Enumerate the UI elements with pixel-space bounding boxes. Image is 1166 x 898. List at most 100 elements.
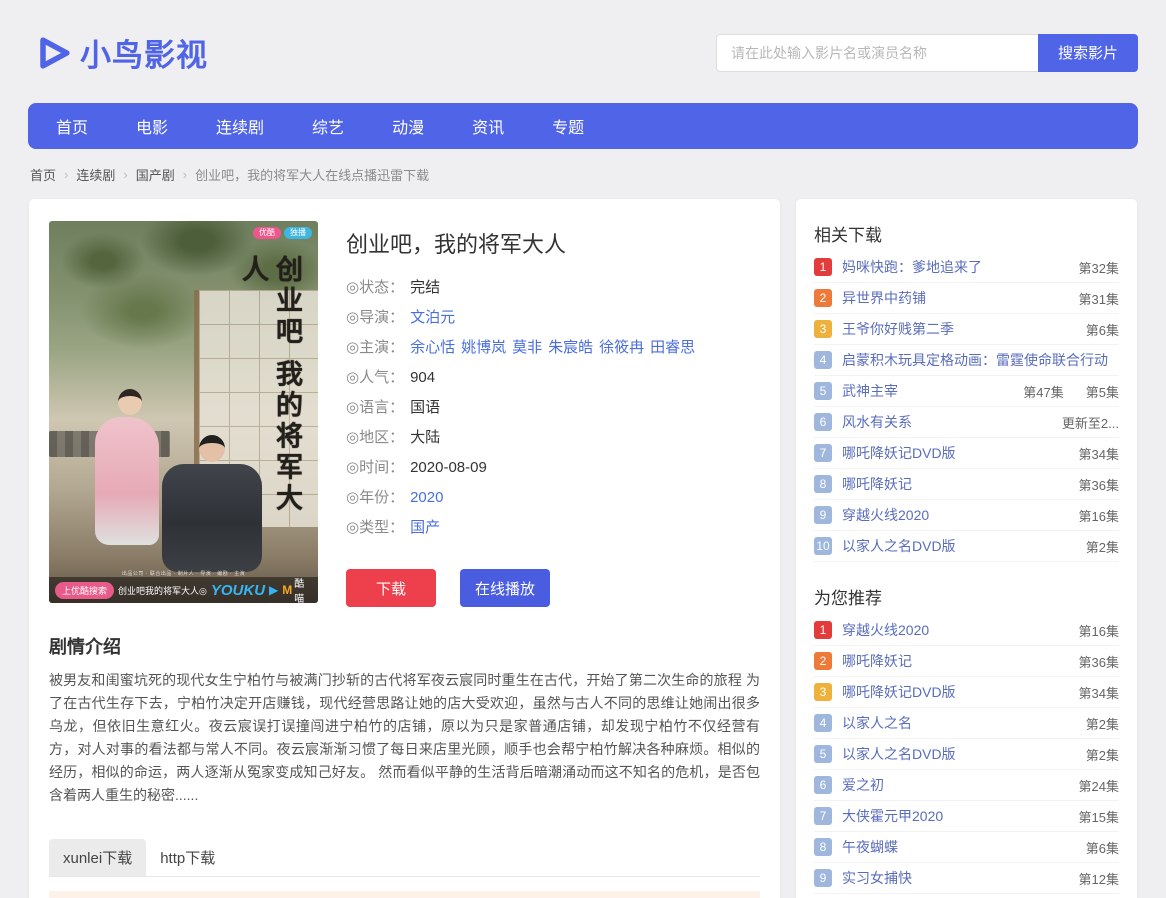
list-item: 6风水有关系更新至2... (814, 407, 1119, 438)
episode-label: 第47集 (1023, 382, 1063, 401)
youku-search-text: 创业吧我的将军大人◎ (118, 584, 207, 597)
meta-label: ◎类型： (346, 513, 404, 543)
youku-logo: YOUKU (211, 582, 265, 599)
list-item: 4启蒙积木玩具定格动画：雷霆使命联合行动 (814, 345, 1119, 376)
exclusive-badge: 独播 (284, 227, 312, 239)
episode-label: 第24集 (1079, 776, 1119, 795)
nav-item-3[interactable]: 连续剧 (216, 114, 264, 138)
meta-label: ◎时间： (346, 453, 404, 483)
item-title-link[interactable]: 哪吒降妖记 (842, 474, 1057, 494)
list-item: 4 以家人之名 第2集 (814, 708, 1119, 739)
meta-link[interactable]: 国产 (410, 519, 440, 536)
episode-label: 第2集 (1086, 714, 1119, 733)
rank-badge: 1 (814, 258, 832, 276)
rank-badge: 6 (814, 776, 832, 794)
rank-badge: 8 (814, 475, 832, 493)
item-title-link[interactable]: 哪吒降妖记 (842, 651, 1057, 671)
meta-label: ◎状态： (346, 273, 404, 303)
meta-link[interactable]: 莫非 (512, 339, 542, 356)
episode-label: 第31集 (1079, 289, 1119, 308)
meta-link[interactable]: 2020 (410, 489, 443, 506)
nav-item-6[interactable]: 资讯 (472, 114, 504, 138)
rank-badge: 5 (814, 745, 832, 763)
item-title-link[interactable]: 爱之初 (842, 775, 1057, 795)
breadcrumb-link[interactable]: 连续剧 (76, 165, 115, 184)
poster-actress-art (95, 389, 165, 549)
breadcrumb-separator-icon: › (123, 167, 127, 182)
breadcrumb-separator-icon: › (183, 167, 187, 182)
list-item: 7哪吒降妖记DVD版第34集 (814, 438, 1119, 469)
list-item: 3哪吒降妖记DVD版第34集 (814, 677, 1119, 708)
site-logo[interactable]: 小鸟影视 (32, 30, 208, 75)
list-item: 2哪吒降妖记第36集 (814, 646, 1119, 677)
rank-badge: 7 (814, 444, 832, 462)
rank-badge: 9 (814, 869, 832, 887)
search-button[interactable]: 搜索影片 (1038, 34, 1138, 72)
episode-label: 第16集 (1079, 621, 1119, 640)
meta-row-年份: ◎年份： 2020 (346, 483, 760, 513)
meta-link[interactable]: 田睿思 (650, 339, 695, 356)
search-input[interactable] (716, 34, 1038, 72)
item-title-link[interactable]: 以家人之名DVD版 (842, 536, 1064, 556)
meta-link[interactable]: 朱宸皓 (548, 339, 593, 356)
meta-label: ◎导演： (346, 303, 404, 333)
item-title-link[interactable]: 以家人之名DVD版 (842, 744, 1064, 764)
list-item: 10以家人之名DVD版第2集 (814, 531, 1119, 562)
episode-label: 第36集 (1079, 652, 1119, 671)
nav-item-5[interactable]: 动漫 (392, 114, 424, 138)
item-title-link[interactable]: 启蒙积木玩具定格动画：雷霆使命联合行动 (842, 350, 1119, 370)
meta-link[interactable]: 姚博岚 (461, 339, 506, 356)
tab-http下载[interactable]: http下载 (146, 839, 229, 876)
meta-value: 大陆 (410, 423, 440, 453)
meta-value: 2020-08-09 (410, 453, 487, 483)
recommended-heading: 为您推荐 (814, 584, 1119, 609)
list-item: 10且听凤鸣第4集 (814, 894, 1119, 898)
meta-value-links: 2020 (404, 483, 443, 513)
meta-link[interactable]: 徐筱冉 (599, 339, 644, 356)
nav-item-4[interactable]: 综艺 (312, 114, 344, 138)
episode-label: 第6集 (1086, 838, 1119, 857)
breadcrumb-link[interactable]: 首页 (30, 165, 56, 184)
item-title-link[interactable]: 哪吒降妖记DVD版 (842, 443, 1057, 463)
item-title-link[interactable]: 午夜蝴蝶 (842, 837, 1064, 857)
meta-link[interactable]: 文泊元 (410, 309, 455, 326)
list-item: 9 实习女捕快 第12集 (814, 863, 1119, 894)
meta-row-语言: ◎语言：国语 (346, 393, 760, 423)
nav-item-2[interactable]: 电影 (136, 114, 168, 138)
episode-label: 第2集 (1086, 537, 1119, 556)
movie-poster[interactable]: 创业吧 我的将军大人 优酷 独播 出品公司 · 联合出品 · 制片人 · 导演 … (49, 221, 318, 603)
rank-badge: 4 (814, 714, 832, 732)
item-title-link[interactable]: 哪吒降妖记DVD版 (842, 682, 1057, 702)
youku-search-pill: 上优酷搜索 (55, 582, 114, 599)
episode-label: 第36集 (1079, 475, 1119, 494)
episode-label: 第12集 (1079, 869, 1119, 888)
item-title-link[interactable]: 穿越火线2020 (842, 620, 1057, 640)
tab-xunlei下载[interactable]: xunlei下载 (49, 839, 146, 876)
download-links-panel: 第01集https://youku.cdn4-okzy.com/share/c9… (49, 891, 760, 898)
episode-label: 第2集 (1086, 745, 1119, 764)
page-title: 创业吧，我的将军大人 (346, 227, 760, 259)
main-nav: 首页 电影 连续剧 综艺 动漫 资讯 专题 (28, 103, 1138, 149)
item-title-link[interactable]: 妈咪快跑：爹地追来了 (842, 257, 1057, 277)
rank-badge: 2 (814, 289, 832, 307)
item-title-link[interactable]: 武神主宰 (842, 381, 1001, 401)
breadcrumb-link[interactable]: 国产剧 (136, 165, 175, 184)
item-title-link[interactable]: 异世界中药铺 (842, 288, 1057, 308)
rank-badge: 9 (814, 506, 832, 524)
list-item: 7大侠霍元甲2020第15集 (814, 801, 1119, 832)
related-downloads-list: 1妈咪快跑：爹地追来了第32集2异世界中药铺第31集3王爷你好贱第二季第6集4启… (814, 252, 1119, 562)
item-title-link[interactable]: 实习女捕快 (842, 868, 1057, 888)
item-title-link[interactable]: 大侠霍元甲2020 (842, 806, 1057, 826)
item-title-link[interactable]: 风水有关系 (842, 412, 1040, 432)
play-online-button[interactable]: 在线播放 (460, 569, 550, 607)
poster-bottom-bar: 上优酷搜索 创业吧我的将军大人◎ YOUKU ▶ M酷喵 (49, 577, 318, 603)
item-title-link[interactable]: 王爷你好贱第二季 (842, 319, 1064, 339)
item-title-link[interactable]: 以家人之名 (842, 713, 1064, 733)
list-item: 1穿越火线2020第16集 (814, 615, 1119, 646)
item-title-link[interactable]: 穿越火线2020 (842, 505, 1057, 525)
nav-item-1[interactable]: 首页 (56, 114, 88, 138)
meta-label: ◎年份： (346, 483, 404, 513)
meta-link[interactable]: 余心恬 (410, 339, 455, 356)
download-button[interactable]: 下载 (346, 569, 436, 607)
nav-item-7[interactable]: 专题 (552, 114, 584, 138)
